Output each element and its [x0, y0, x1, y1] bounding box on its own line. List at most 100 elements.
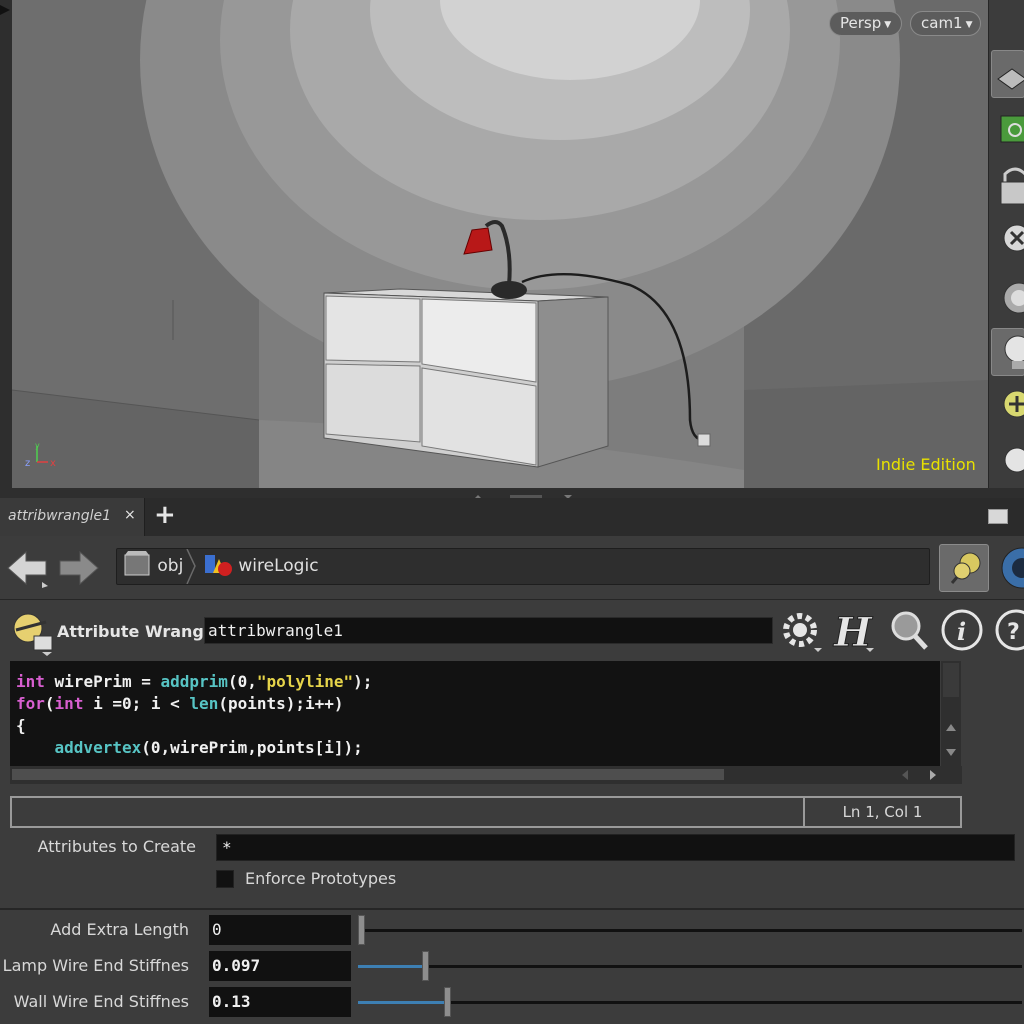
lock-icon[interactable] — [991, 160, 1024, 208]
code-token: (points);i++) — [218, 694, 344, 713]
headlight-icon[interactable] — [991, 436, 1024, 484]
code-token: addvertex — [54, 738, 142, 757]
breadcrumb-separator-icon — [186, 549, 196, 584]
slider-fill — [358, 965, 422, 968]
code-line[interactable]: { — [16, 715, 940, 737]
breadcrumb-label: wireLogic — [238, 556, 319, 576]
param-slider[interactable] — [358, 951, 1022, 981]
link-pane-icon[interactable] — [994, 544, 1024, 592]
slider-fill — [358, 1001, 444, 1004]
help-icon[interactable]: ? — [994, 608, 1024, 652]
slider-handle[interactable] — [358, 915, 365, 945]
geometry-node-icon — [205, 555, 232, 576]
vex-code-editor[interactable]: int wirePrim = addprim(0,"polyline"); for… — [10, 661, 940, 767]
param-label: Add Extra Length — [50, 920, 189, 939]
slider-handle[interactable] — [444, 987, 451, 1017]
obj-context-icon — [124, 551, 150, 576]
vex-editor-panel: int wirePrim = addprim(0,"polyline"); for… — [0, 658, 1024, 908]
horizontal-scrollbar[interactable] — [10, 766, 962, 784]
code-line[interactable]: for(int i =0; i < len(points);i++) — [16, 693, 940, 715]
code-token: ( — [44, 694, 55, 713]
close-icon[interactable]: × — [124, 507, 136, 523]
code-token: (0,wirePrim,points[i]); — [141, 738, 363, 757]
vertical-scrollbar[interactable] — [941, 661, 961, 767]
parameter-header: Attribute Wrangle attribwrangle1 H i ? — [0, 600, 1024, 658]
node-name-field[interactable]: attribwrangle1 — [204, 617, 773, 644]
slider-handle[interactable] — [422, 951, 429, 981]
axis-z-label: z — [25, 458, 30, 469]
add-light-icon[interactable] — [991, 384, 1024, 432]
pane-tab-bar: attribwrangle1 × + — [0, 498, 1024, 536]
houdini-help-icon[interactable]: H — [830, 608, 874, 652]
code-token: "polyline" — [256, 672, 354, 691]
light-off-icon[interactable] — [991, 216, 1024, 264]
svg-text:i: i — [957, 617, 966, 646]
param-slider[interactable] — [358, 987, 1022, 1017]
snapping-icon[interactable] — [991, 106, 1024, 154]
view-mode-label: Persp — [840, 14, 882, 32]
param-label: Wall Wire End Stiffnes — [13, 992, 189, 1011]
scroll-down-icon — [946, 749, 956, 756]
code-token: for — [16, 694, 45, 713]
light-icon[interactable] — [991, 328, 1024, 376]
param-slider[interactable] — [358, 915, 1022, 945]
axis-y-label: y — [35, 441, 40, 450]
network-path-bar: obj wireLogic ▼ — [0, 536, 1024, 600]
edition-label: Indie Edition — [876, 455, 976, 474]
view-mode-menu[interactable]: Persp ▼ — [829, 11, 902, 36]
param-value-field[interactable]: 0.13 — [209, 987, 351, 1017]
enforce-prototypes-checkbox[interactable] — [216, 870, 234, 888]
pane-splitter[interactable] — [0, 488, 1024, 500]
scrollbar-thumb[interactable] — [12, 769, 724, 780]
chevron-down-icon: ▼ — [965, 20, 973, 30]
info-icon[interactable]: i — [940, 608, 984, 652]
parameter-list: Add Extra Length 0 Lamp Wire End Stiffnes 0… — [0, 908, 1024, 1024]
pin-pane-button[interactable] — [939, 544, 989, 592]
camera-icon[interactable] — [991, 272, 1024, 320]
add-tab-button[interactable]: + — [154, 500, 176, 530]
pin-icon — [950, 552, 981, 584]
attributes-to-create-label: Attributes to Create — [37, 837, 196, 856]
breadcrumb-label: obj — [157, 556, 184, 576]
code-line[interactable]: addvertex(0,wirePrim,points[i]); — [16, 737, 940, 759]
chevron-down-icon: ▼ — [884, 20, 892, 30]
svg-text:?: ? — [1007, 620, 1020, 645]
enforce-prototypes-label: Enforce Prototypes — [245, 869, 397, 888]
scroll-up-icon — [946, 724, 956, 731]
breadcrumb-wirelogic[interactable]: wireLogic — [203, 549, 319, 584]
search-icon[interactable] — [886, 608, 930, 652]
code-token: wirePrim = — [44, 672, 161, 691]
tab-attribwrangle1[interactable]: attribwrangle1 × — [0, 498, 145, 536]
back-arrow-icon[interactable] — [4, 548, 48, 588]
scroll-right-icon — [930, 770, 936, 780]
param-label: Lamp Wire End Stiffnes — [2, 956, 189, 975]
code-token: len — [189, 694, 219, 713]
breadcrumb-obj[interactable]: obj — [122, 549, 183, 584]
editor-status-bar: Ln 1, Col 1 — [10, 796, 962, 828]
code-token: i =0; i < — [83, 694, 190, 713]
camera-menu[interactable]: cam1 ▼ — [910, 11, 981, 36]
param-value-field[interactable]: 0.097 — [209, 951, 351, 981]
param-value-field[interactable]: 0 — [209, 915, 351, 945]
cursor-position: Ln 1, Col 1 — [842, 803, 923, 821]
code-line[interactable]: int wirePrim = addprim(0,"polyline"); — [16, 671, 940, 693]
gear-icon[interactable] — [778, 608, 822, 652]
code-token: addprim — [160, 672, 228, 691]
code-token: ); — [353, 672, 373, 691]
forward-arrow-icon[interactable] — [58, 548, 102, 588]
maximize-pane-icon[interactable] — [988, 509, 1008, 524]
node-type-label: Attribute Wrangle — [57, 622, 221, 641]
display-options-icon[interactable] — [991, 50, 1024, 98]
axis-x-label: x — [50, 458, 56, 469]
camera-label: cam1 — [921, 14, 963, 32]
attributes-to-create-field[interactable]: * — [216, 834, 1015, 861]
axis-gizmo-icon: y z x — [25, 441, 56, 469]
breadcrumb: obj wireLogic ▼ — [116, 548, 930, 585]
viewport-shelf — [988, 0, 1024, 488]
code-token: { — [16, 716, 26, 735]
code-token: (0, — [227, 672, 257, 691]
scene-viewport[interactable]: Persp ▼ cam1 ▼ Indie Edition y z x — [0, 0, 988, 488]
svg-text:H: H — [833, 609, 873, 652]
tab-label: attribwrangle1 — [8, 508, 112, 524]
